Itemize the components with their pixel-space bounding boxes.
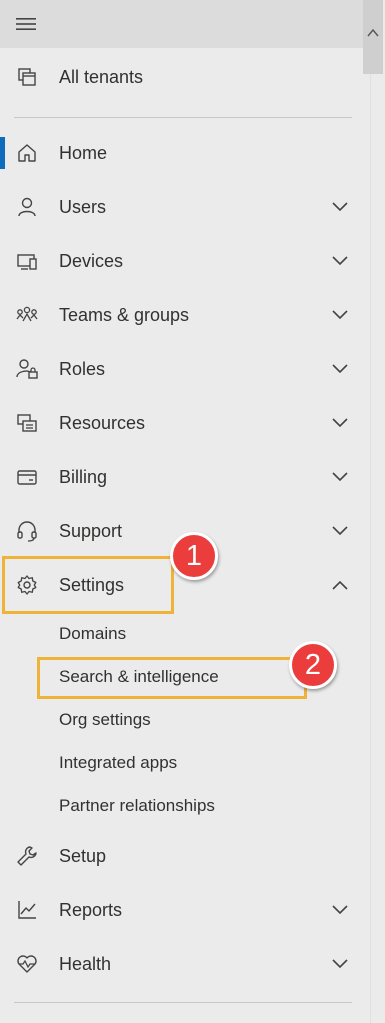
all-tenants-icon (18, 68, 36, 86)
nav-item-teams-groups[interactable]: Teams & groups (0, 292, 364, 338)
nav-item-label: Users (59, 196, 107, 217)
nav-item-label: Billing (59, 466, 108, 487)
nav-item-label: Health (59, 953, 112, 974)
nav-item-label: Reports (59, 899, 123, 920)
nav-item-setup[interactable]: Setup (0, 833, 364, 879)
nav-item-label: Teams & groups (59, 304, 190, 325)
resources-icon (17, 414, 37, 432)
highlight-box-settings (2, 556, 174, 614)
chevron-down-icon (332, 310, 348, 320)
chevron-down-icon (332, 364, 348, 374)
nav-item-label: All tenants (59, 66, 144, 87)
step-badge-1: 1 (170, 532, 218, 580)
nav-item-label: Devices (59, 250, 124, 271)
heart-pulse-icon (17, 955, 37, 973)
chevron-down-icon (332, 959, 348, 969)
chevron-down-icon (332, 472, 348, 482)
scrollbar[interactable] (370, 0, 385, 1023)
nav-item-label: Support (59, 520, 123, 541)
subnav-item-partner-relationships[interactable]: Partner relationships (59, 796, 215, 816)
nav-item-devices[interactable]: Devices (0, 238, 364, 284)
chevron-down-icon (332, 202, 348, 212)
chevron-down-icon (332, 418, 348, 428)
nav-item-billing[interactable]: Billing (0, 454, 364, 500)
divider (14, 1002, 352, 1003)
nav-item-roles[interactable]: Roles (0, 346, 364, 392)
nav-item-all-tenants[interactable]: All tenants (0, 54, 364, 100)
highlight-box-search-intelligence (37, 657, 307, 699)
headset-icon (17, 521, 37, 542)
caret-up-icon (367, 28, 379, 37)
subnav-item-integrated-apps[interactable]: Integrated apps (59, 753, 177, 773)
nav-item-label: Roles (59, 358, 106, 379)
top-bar (0, 0, 364, 48)
chart-icon (18, 901, 36, 919)
roles-icon (16, 359, 38, 379)
subnav-item-org-settings[interactable]: Org settings (59, 710, 151, 730)
nav-item-label: Home (59, 142, 108, 163)
teams-groups-icon (16, 306, 38, 322)
nav-item-label: Resources (59, 412, 146, 433)
nav-item-health[interactable]: Health (0, 941, 364, 987)
billing-icon (17, 470, 37, 485)
user-icon (18, 197, 36, 217)
nav-item-users[interactable]: Users (0, 184, 364, 230)
nav-item-reports[interactable]: Reports (0, 887, 364, 933)
chevron-down-icon (332, 256, 348, 266)
home-icon (18, 144, 36, 162)
step-badge-2: 2 (289, 641, 337, 689)
chevron-up-icon (332, 580, 348, 590)
divider (14, 117, 352, 118)
subnav-item-domains[interactable]: Domains (59, 624, 126, 644)
chevron-down-icon (332, 905, 348, 915)
scroll-up-button[interactable] (363, 0, 383, 74)
chevron-down-icon (332, 526, 348, 536)
nav-item-resources[interactable]: Resources (0, 400, 364, 446)
wrench-icon (17, 846, 37, 866)
hamburger-menu-icon[interactable] (14, 14, 38, 34)
nav-item-home[interactable]: Home (0, 130, 364, 176)
nav-item-label: Setup (59, 845, 107, 866)
devices-icon (17, 254, 37, 270)
